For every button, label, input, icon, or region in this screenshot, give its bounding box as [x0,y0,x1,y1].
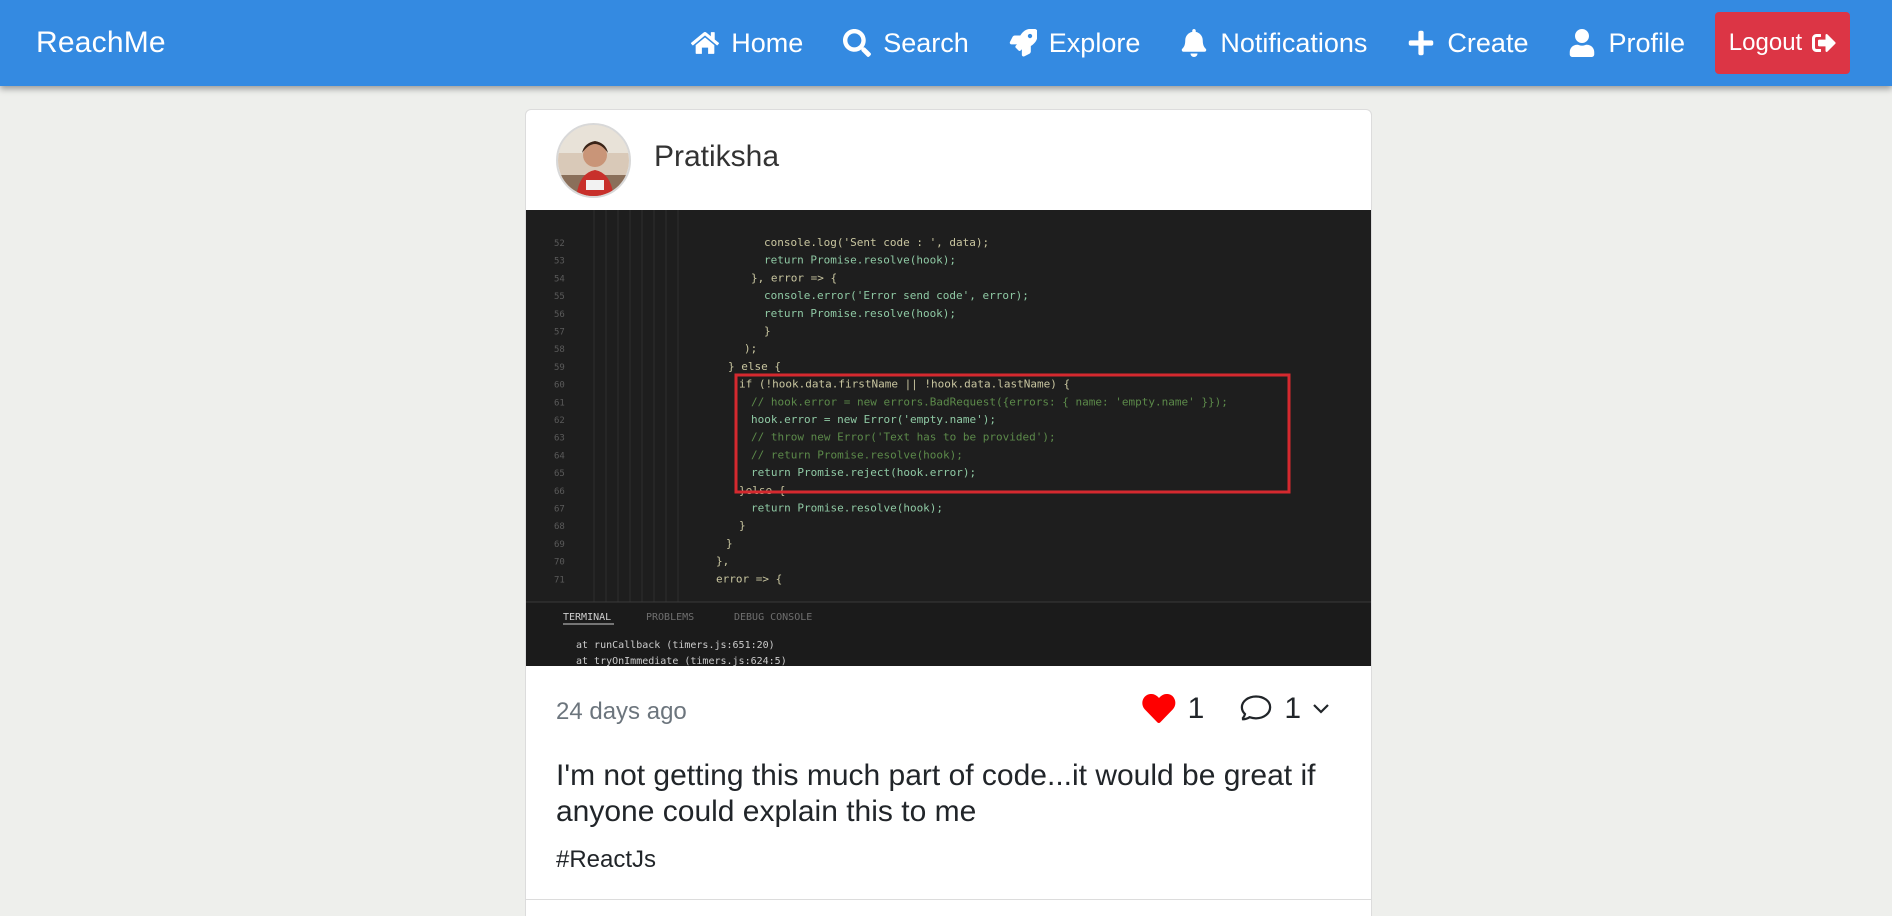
code-line: if (!hook.data.firstName || !hook.data.l… [739,378,1070,391]
avatar[interactable] [556,123,631,198]
nav-notifications[interactable]: Notifications [1180,28,1367,59]
home-icon [691,32,720,54]
code-line: } [726,537,733,550]
tab-debug-console: DEBUG CONSOLE [734,612,812,623]
code-line: // hook.error = new errors.BadRequest({e… [751,395,1228,408]
post-author[interactable]: Pratiksha [654,140,779,174]
like-count: 1 [1187,692,1205,725]
line-number: 71 [554,575,565,585]
line-number: 54 [554,274,565,284]
line-number: 64 [554,451,565,461]
line-number: 61 [554,398,565,408]
line-number: 55 [554,292,565,302]
line-number: 70 [554,558,565,568]
code-line: return Promise.resolve(hook); [764,254,956,267]
line-number: 63 [554,434,565,444]
code-line: }, [716,555,729,568]
logout-button[interactable]: Logout [1715,12,1850,74]
search-icon [843,29,872,57]
navbar: ReachMe Home Search Explore Notification… [0,0,1892,86]
nav-profile-label: Profile [1608,27,1685,58]
comment-count: 1 [1284,692,1301,725]
terminal-line: at tryOnImmediate (timers.js:624:5) [576,656,787,666]
chevron-down-icon[interactable] [1311,699,1331,719]
line-number: 52 [554,239,565,249]
post-caption: I'm not getting this much part of code..… [556,759,1316,828]
plus-icon [1409,30,1434,56]
line-number: 65 [554,469,565,479]
heart-icon [1141,694,1175,724]
code-line: console.error('Error send code', error); [764,289,1029,302]
code-line: // throw new Error('Text has to be provi… [751,431,1056,444]
nav-create-label: Create [1447,27,1529,58]
line-number: 53 [554,257,565,267]
comment-button[interactable]: 1 [1240,692,1331,726]
sign-out-icon [1812,34,1836,52]
code-line: return Promise.resolve(hook); [764,307,956,320]
post-hashtag[interactable]: #ReactJs [556,846,656,874]
code-line: // return Promise.resolve(hook); [751,448,963,461]
logout-label: Logout [1728,29,1803,56]
code-line: console.log('Sent code : ', data); [764,236,989,249]
post-image: 52 53 54 55 56 57 58 59 60 61 62 63 64 65 66 67 68 69 70 71… [526,210,1371,666]
line-number: 58 [554,345,565,355]
post-card: Pratiksha 52 53 54 55 56 57 58 59 60 61 62 63 64 65 66… [525,109,1372,916]
nav-explore[interactable]: Explore [1009,27,1141,59]
line-number: 62 [554,416,565,426]
nav-home-label: Home [731,27,804,58]
nav-notifications-label: Notifications [1220,27,1368,58]
line-number: 60 [554,381,565,391]
nav-search[interactable]: Search [843,28,969,59]
post-timestamp: 24 days ago [556,698,687,725]
line-number: 66 [554,487,565,497]
code-line: } [739,519,746,532]
line-number: 69 [554,540,565,550]
code-line: error => { [716,572,782,585]
card-divider [526,899,1371,900]
code-line: hook.error = new Error('empty.name'); [751,413,996,426]
rocket-icon [1009,29,1037,57]
nav-search-label: Search [883,27,969,58]
nav-profile[interactable]: Profile [1568,28,1685,59]
brand-logo[interactable]: ReachMe [36,0,166,86]
like-button[interactable]: 1 [1141,692,1205,726]
post-actions: 1 1 [1141,692,1331,726]
post-header: Pratiksha [526,110,1371,210]
line-number: 67 [554,505,565,515]
line-number: 68 [554,522,565,532]
code-line: ); [744,342,757,355]
code-line: } [764,325,771,338]
comment-icon [1241,695,1272,721]
code-line: } else { [728,360,781,373]
nav-create[interactable]: Create [1407,28,1528,59]
code-screenshot: 52 53 54 55 56 57 58 59 60 61 62 63 64 65 66 67 68 69 70 71… [526,210,1371,666]
tab-terminal: TERMINAL [563,612,611,623]
terminal-line: at runCallback (timers.js:651:20) [576,640,775,651]
code-line: }, error => { [751,271,837,284]
line-number: 59 [554,363,565,373]
tab-problems: PROBLEMS [646,612,694,623]
nav-items: Home Search Explore Notifications Create… [651,0,1850,86]
nav-home[interactable]: Home [691,28,803,59]
bell-icon [1182,29,1207,57]
code-line: return Promise.resolve(hook); [751,502,943,515]
line-number: 56 [554,310,565,320]
code-line: return Promise.reject(hook.error); [751,466,976,479]
line-number: 57 [554,328,565,338]
nav-explore-label: Explore [1048,27,1141,58]
code-line: }else { [739,484,785,497]
avatar-photo [558,125,629,196]
user-icon [1570,29,1595,57]
